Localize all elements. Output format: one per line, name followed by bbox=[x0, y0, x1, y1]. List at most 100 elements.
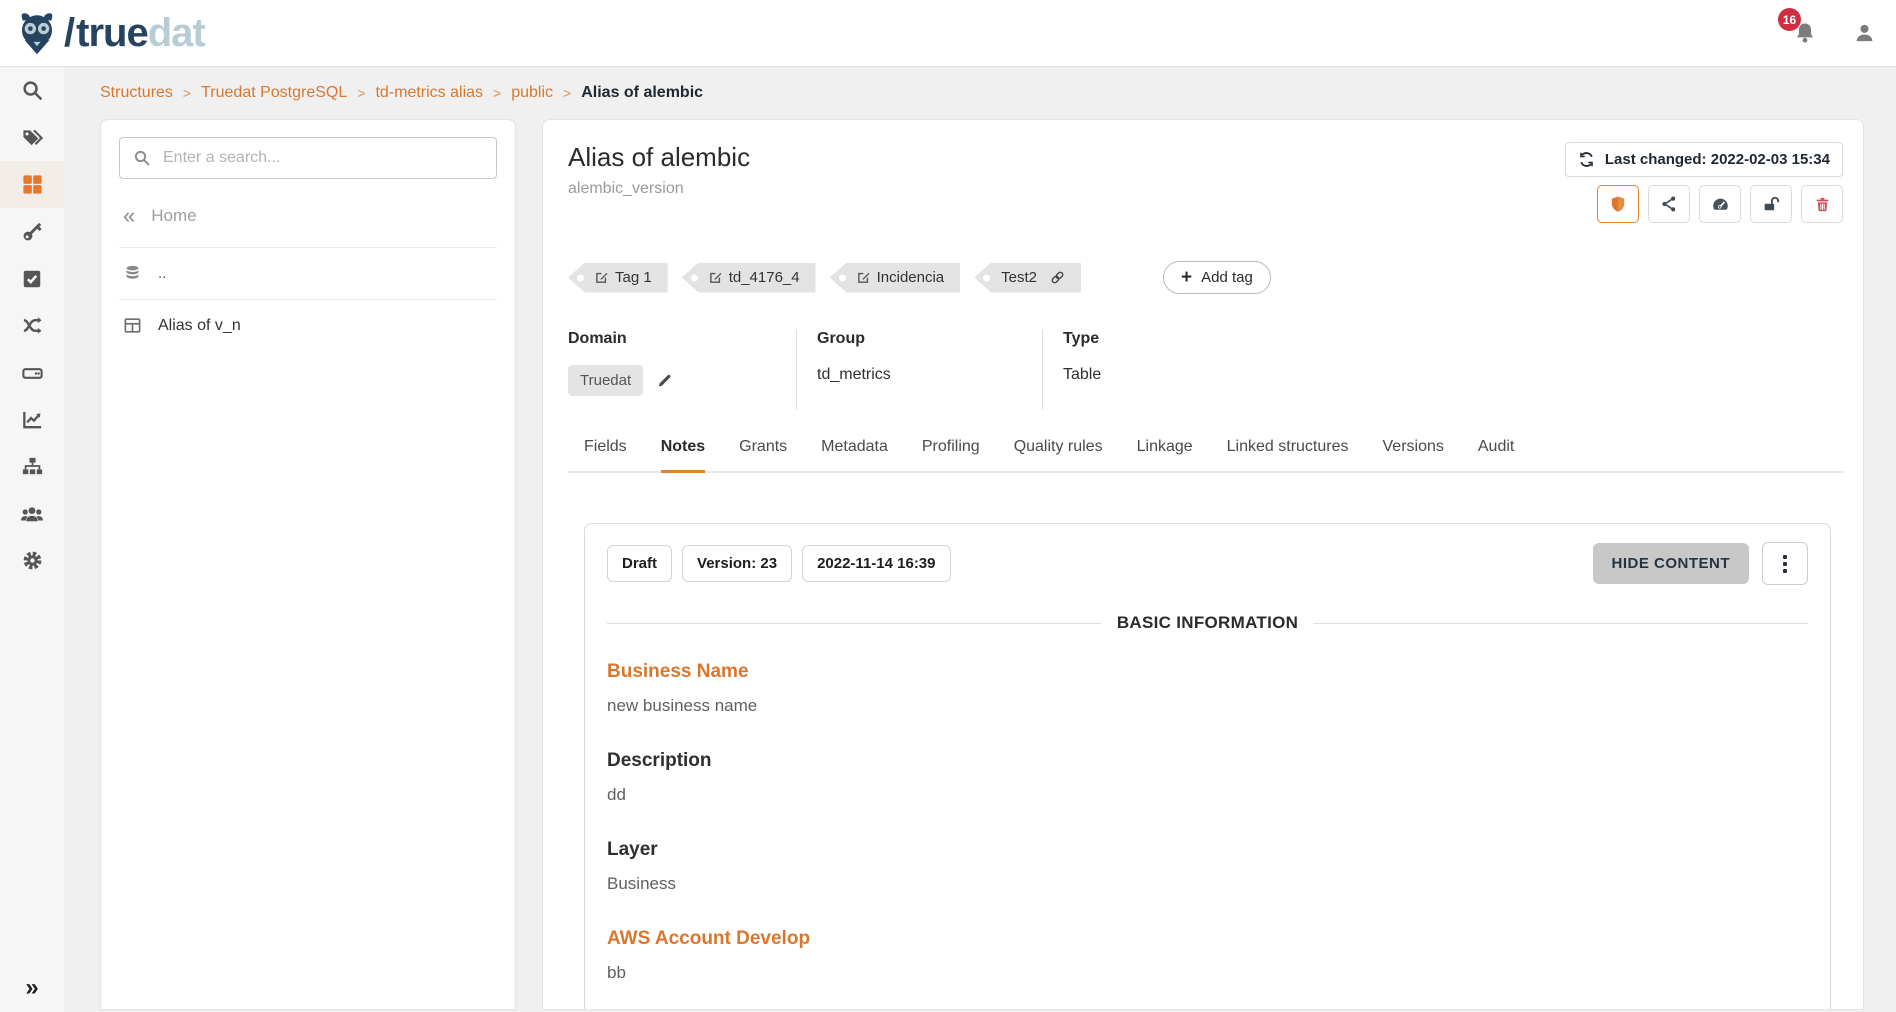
structure-detail-card: Alias of alembic alembic_version bbox=[542, 119, 1864, 1010]
breadcrumb-link[interactable]: td-metrics alias bbox=[375, 84, 483, 102]
tab-versions[interactable]: Versions bbox=[1383, 438, 1444, 471]
gear-icon bbox=[21, 549, 44, 572]
kebab-menu-button[interactable] bbox=[1762, 542, 1808, 585]
plus-icon: + bbox=[1181, 268, 1192, 287]
breadcrumb-link[interactable]: public bbox=[511, 84, 553, 102]
table-icon bbox=[123, 316, 142, 335]
tab-audit[interactable]: Audit bbox=[1478, 438, 1514, 471]
pencil-icon[interactable] bbox=[656, 372, 673, 389]
tab-fields[interactable]: Fields bbox=[584, 438, 627, 471]
user-menu-button[interactable] bbox=[1853, 22, 1876, 45]
home-label: Home bbox=[151, 206, 196, 226]
domain-label: Domain bbox=[568, 330, 796, 348]
sidebar-item-rules[interactable] bbox=[0, 255, 64, 302]
search-input[interactable] bbox=[163, 149, 483, 167]
double-chevron-left-icon: « bbox=[123, 205, 135, 227]
tab-linked-structures[interactable]: Linked structures bbox=[1227, 438, 1349, 471]
list-item-label: Alias of v_n bbox=[158, 317, 241, 335]
sidebar-item-taxonomy[interactable] bbox=[0, 443, 64, 490]
edit-icon bbox=[857, 271, 870, 284]
tags-icon bbox=[21, 126, 44, 149]
check-square-icon bbox=[21, 268, 43, 290]
share-button[interactable] bbox=[1648, 185, 1690, 223]
truedat-logo[interactable]: /truedat bbox=[14, 10, 205, 56]
field-value: bb bbox=[607, 963, 1808, 983]
shield-icon bbox=[1609, 195, 1627, 213]
search-icon bbox=[21, 79, 44, 102]
top-header: /truedat 16 bbox=[0, 0, 1896, 67]
notifications-button[interactable]: 16 bbox=[1793, 21, 1817, 45]
section-title: BASIC INFORMATION bbox=[1117, 613, 1298, 633]
tab-notes[interactable]: Notes bbox=[661, 438, 705, 473]
add-tag-button[interactable]: + Add tag bbox=[1163, 261, 1271, 294]
tag-chip[interactable]: Tag 1 bbox=[568, 263, 668, 293]
breadcrumb-current: Alias of alembic bbox=[581, 84, 703, 102]
tag-label: td_4176_4 bbox=[729, 269, 800, 286]
parent-structure-item[interactable]: .. bbox=[119, 247, 497, 299]
domain-value-chip[interactable]: Truedat bbox=[568, 365, 643, 396]
home-nav-item[interactable]: « Home bbox=[119, 205, 497, 247]
rail-expand-button[interactable]: » bbox=[0, 974, 64, 1002]
field-label: Business Name bbox=[607, 661, 1808, 683]
sidebar-item-settings[interactable] bbox=[0, 537, 64, 584]
protect-button[interactable] bbox=[1597, 185, 1639, 223]
page-title: Alias of alembic bbox=[568, 142, 750, 173]
tag-chip[interactable]: Incidencia bbox=[830, 263, 961, 293]
logo-text: /truedat bbox=[64, 13, 205, 53]
sidebar-item-systems[interactable] bbox=[0, 349, 64, 396]
tab-bar: Fields Notes Grants Metadata Profiling Q… bbox=[568, 438, 1843, 473]
field-value: dd bbox=[607, 785, 1808, 805]
tag-chip[interactable]: td_4176_4 bbox=[682, 263, 816, 293]
field-label: Description bbox=[607, 750, 1808, 772]
users-icon bbox=[20, 502, 44, 526]
tab-profiling[interactable]: Profiling bbox=[922, 438, 980, 471]
sidebar-item-lineage[interactable] bbox=[0, 302, 64, 349]
breadcrumb-link[interactable]: Truedat PostgreSQL bbox=[201, 84, 347, 102]
detail-columns: Domain Truedat Group td_metrics bbox=[568, 330, 1843, 410]
sidebar-item-users[interactable] bbox=[0, 490, 64, 537]
delete-button[interactable] bbox=[1801, 185, 1843, 223]
trash-icon bbox=[1814, 196, 1831, 213]
sidebar-item-structures[interactable] bbox=[0, 161, 64, 208]
lock-toggle-button[interactable] bbox=[1750, 185, 1792, 223]
search-icon bbox=[133, 149, 151, 167]
gauge-icon bbox=[1711, 195, 1730, 214]
tab-metadata[interactable]: Metadata bbox=[821, 438, 888, 471]
hide-content-button[interactable]: HIDE CONTENT bbox=[1593, 543, 1750, 584]
note-field: AWS Account Develop bb bbox=[607, 928, 1808, 983]
sidebar-item-search[interactable] bbox=[0, 67, 64, 114]
last-changed-label: Last changed: 2022-02-03 15:34 bbox=[1605, 151, 1830, 168]
tag-chip[interactable]: Test2 bbox=[974, 263, 1081, 293]
tag-label: Incidencia bbox=[877, 269, 945, 286]
type-label: Type bbox=[1063, 330, 1282, 348]
database-icon bbox=[123, 264, 142, 283]
tab-quality-rules[interactable]: Quality rules bbox=[1014, 438, 1103, 471]
breadcrumb-link[interactable]: Structures bbox=[100, 84, 173, 102]
list-item-label: .. bbox=[158, 265, 166, 282]
breadcrumb-separator: > bbox=[493, 85, 501, 101]
tags-row: Tag 1 td_4176_4 bbox=[568, 261, 1843, 294]
type-value: Table bbox=[1063, 366, 1282, 384]
kebab-icon bbox=[1783, 555, 1787, 559]
profiling-gauge-button[interactable] bbox=[1699, 185, 1741, 223]
note-fields: Business Name new business name Descript… bbox=[607, 661, 1808, 1010]
structure-item[interactable]: Alias of v_n bbox=[119, 299, 497, 351]
search-input-wrap bbox=[119, 137, 497, 179]
breadcrumb-separator: > bbox=[357, 85, 365, 101]
owl-icon bbox=[14, 10, 60, 56]
tab-linkage[interactable]: Linkage bbox=[1137, 438, 1193, 471]
refresh-last-changed-button[interactable]: Last changed: 2022-02-03 15:34 bbox=[1565, 142, 1843, 177]
breadcrumb-separator: > bbox=[183, 85, 191, 101]
breadcrumb: Structures > Truedat PostgreSQL > td-met… bbox=[64, 67, 1896, 119]
group-value: td_metrics bbox=[817, 366, 1042, 384]
share-icon bbox=[1660, 195, 1678, 213]
tab-grants[interactable]: Grants bbox=[739, 438, 787, 471]
structure-browser-panel: « Home .. bbox=[100, 119, 516, 1010]
sidebar-item-permissions[interactable] bbox=[0, 208, 64, 255]
sitemap-icon bbox=[21, 455, 44, 478]
add-tag-label: Add tag bbox=[1201, 269, 1253, 286]
sidebar-item-dashboards[interactable] bbox=[0, 396, 64, 443]
sidebar-item-tags[interactable] bbox=[0, 114, 64, 161]
icon-rail: » bbox=[0, 67, 64, 1012]
edit-icon bbox=[595, 271, 608, 284]
